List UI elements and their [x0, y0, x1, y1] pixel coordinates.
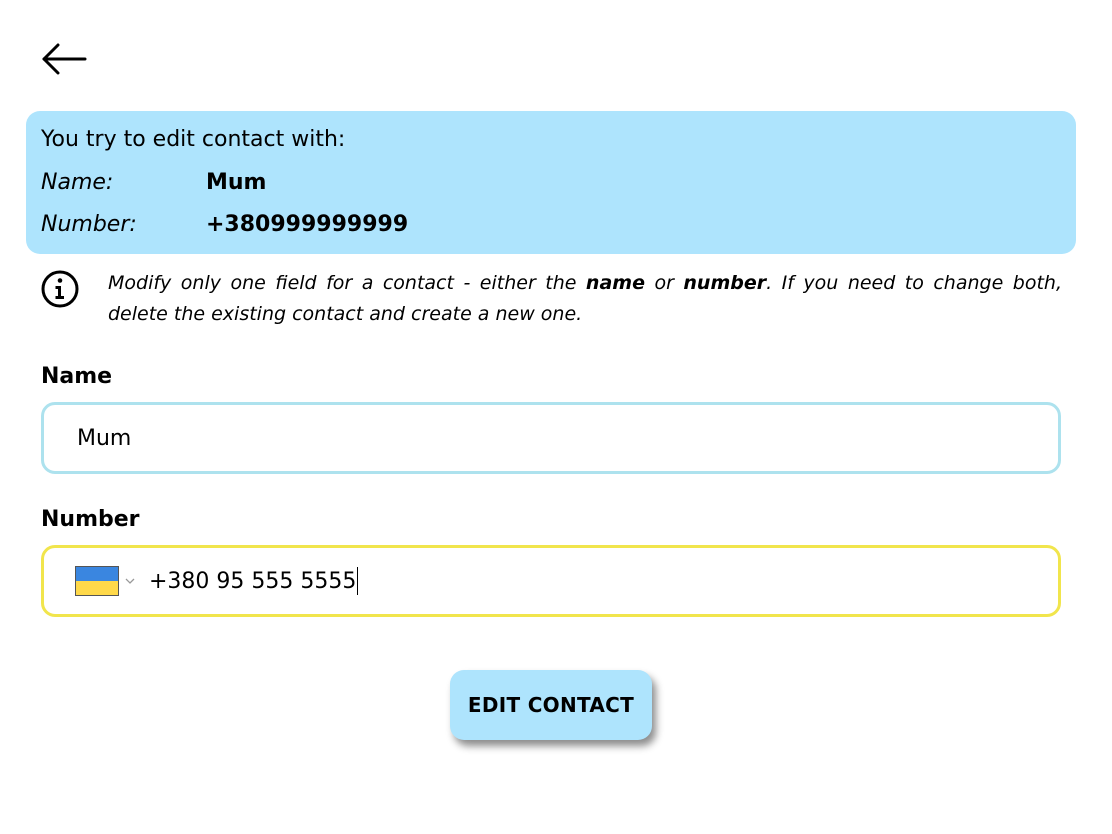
country-select[interactable]: [75, 566, 137, 596]
number-label: Number: [41, 507, 140, 532]
card-name-row: Name: Mum: [41, 167, 1061, 197]
ukraine-flag-icon: [75, 566, 119, 596]
info-icon: [41, 270, 79, 308]
info-bold-number: number: [683, 272, 767, 294]
phone-input-value[interactable]: +380 95 555 5555: [149, 569, 356, 594]
info-text: Modify only one field for a contact - ei…: [108, 268, 1062, 330]
card-number-row: Number: +380999999999: [41, 209, 1061, 239]
name-field[interactable]: [41, 402, 1061, 474]
phone-input[interactable]: +380 95 555 5555: [149, 567, 359, 595]
text-caret: [357, 567, 359, 595]
chevron-down-icon: [125, 578, 135, 584]
card-name-value: Mum: [206, 169, 267, 195]
current-contact-card: You try to edit contact with: Name: Mum …: [26, 111, 1076, 254]
info-note: Modify only one field for a contact - ei…: [40, 268, 1062, 330]
info-text-part: Modify only one field for a contact - ei…: [108, 272, 586, 294]
card-number-key: Number:: [41, 211, 137, 237]
card-number-value: +380999999999: [206, 211, 409, 237]
edit-contact-page: You try to edit contact with: Name: Mum …: [0, 0, 1112, 834]
card-title: You try to edit contact with:: [41, 127, 346, 152]
card-name-key: Name:: [41, 169, 114, 195]
back-button[interactable]: [38, 38, 90, 80]
info-text-part: or: [644, 272, 684, 294]
info-bold-name: name: [585, 272, 645, 294]
name-input[interactable]: [75, 424, 979, 452]
edit-contact-button[interactable]: EDIT CONTACT: [450, 670, 652, 740]
arrow-left-icon: [42, 43, 87, 75]
name-label: Name: [41, 364, 113, 389]
number-field[interactable]: +380 95 555 5555: [41, 545, 1061, 617]
